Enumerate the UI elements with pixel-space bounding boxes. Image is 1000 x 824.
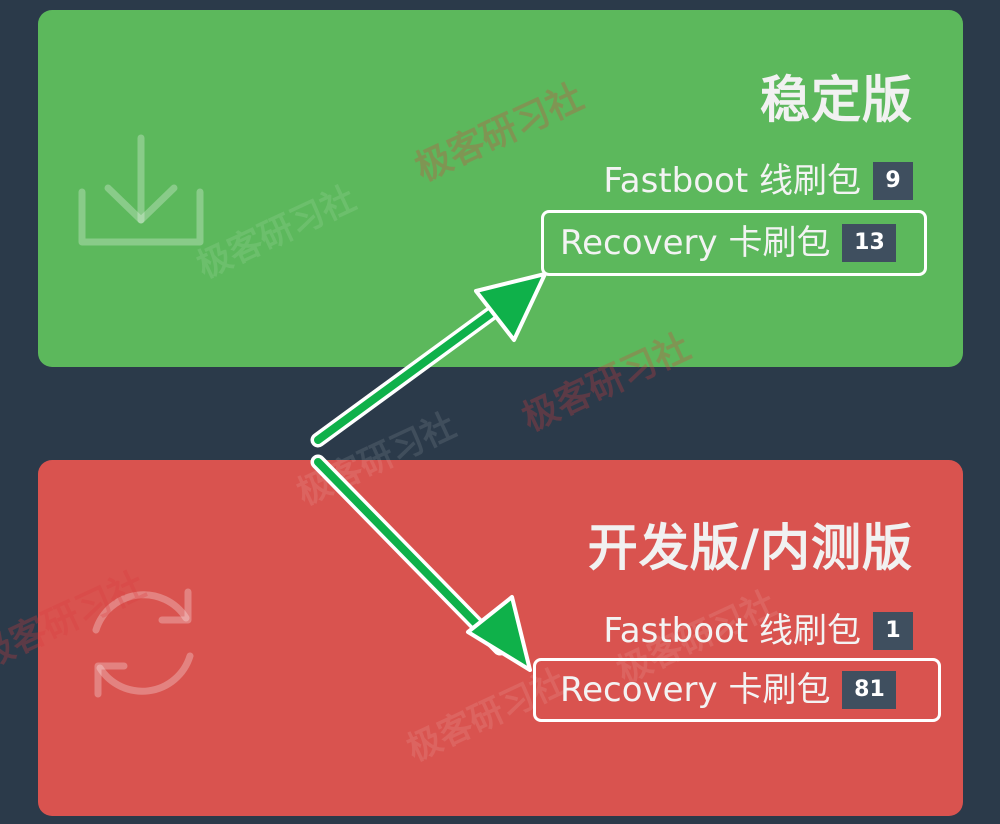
dev-fastboot-count-badge: 1 bbox=[873, 612, 913, 650]
dev-fastboot-link[interactable]: Fastboot 线刷包 1 bbox=[603, 612, 913, 650]
stable-fastboot-count-badge: 9 bbox=[873, 162, 913, 200]
stable-recovery-link[interactable]: Recovery 卡刷包 13 bbox=[541, 210, 927, 276]
stable-card: 稳定版 Fastboot 线刷包 9 Recovery 卡刷包 13 bbox=[38, 10, 963, 367]
stable-title: 稳定版 bbox=[760, 71, 913, 129]
dev-fastboot-label: Fastboot 线刷包 bbox=[603, 611, 861, 651]
dev-recovery-link[interactable]: Recovery 卡刷包 81 bbox=[533, 658, 941, 722]
stable-fastboot-label: Fastboot 线刷包 bbox=[603, 161, 861, 201]
dev-title: 开发版/内测版 bbox=[587, 519, 913, 577]
stable-fastboot-link[interactable]: Fastboot 线刷包 9 bbox=[603, 162, 913, 200]
download-icon bbox=[78, 134, 204, 246]
stable-recovery-label: Recovery 卡刷包 bbox=[560, 223, 831, 263]
dev-recovery-count-badge: 81 bbox=[842, 671, 897, 709]
dev-card: 开发版/内测版 Fastboot 线刷包 1 Recovery 卡刷包 81 bbox=[38, 460, 963, 816]
stable-recovery-count-badge: 13 bbox=[842, 224, 897, 262]
refresh-icon bbox=[92, 588, 194, 698]
dev-recovery-label: Recovery 卡刷包 bbox=[560, 670, 831, 710]
